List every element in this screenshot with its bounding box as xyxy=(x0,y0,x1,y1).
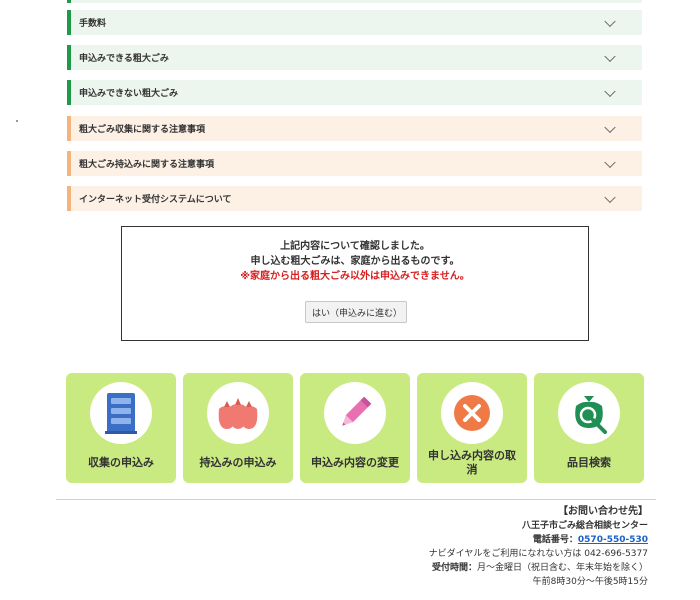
tile-item-search[interactable]: 品目検索 xyxy=(534,373,644,483)
tile-label: 持込みの申込み xyxy=(199,456,277,469)
accordion-item-dropoff-notes[interactable]: 粗大ごみ持込みに関する注意事項 xyxy=(67,151,642,176)
decorative-dot xyxy=(16,120,18,122)
footer-divider xyxy=(56,499,656,500)
accordion-label: 粗大ごみ収集に関する注意事項 xyxy=(79,125,206,135)
search-bag-icon xyxy=(558,382,620,444)
tile-label: 申し込み内容の取消 xyxy=(428,449,516,476)
phone-link[interactable]: 0570-550-530 xyxy=(578,535,648,545)
contact-hours-row: 受付時間：月～金曜日（祝日含む、年末年始を除く） xyxy=(248,562,648,575)
confirm-text: 申し込む粗大ごみは、家庭から出るものです。 xyxy=(250,256,460,267)
accordion-item-internet-system[interactable]: インターネット受付システムについて xyxy=(67,186,642,211)
tile-label: 申込み内容の変更 xyxy=(311,456,399,469)
hours-label: 受付時間： xyxy=(431,563,477,573)
tile-change-application[interactable]: 申込み内容の変更 xyxy=(300,373,410,483)
accordion-label: 手数料 xyxy=(79,19,107,29)
accordion-item-not-acceptable[interactable]: 申込みできない粗大ごみ xyxy=(67,80,642,105)
tile-label: 品目検索 xyxy=(567,456,611,469)
contact-heading: 【お問い合わせ先】 xyxy=(558,506,648,517)
accordion-item-acceptable[interactable]: 申込みできる粗大ごみ xyxy=(67,45,642,70)
cancel-icon xyxy=(441,382,503,444)
contact-hours-time: 午前8時30分～午後5時15分 xyxy=(532,577,648,587)
chevron-down-icon xyxy=(604,121,616,133)
hours-text: 月～金曜日（祝日含む、年末年始を除く） xyxy=(476,563,648,573)
chevron-down-icon xyxy=(604,156,616,168)
chevron-down-icon xyxy=(604,50,616,62)
accordion-item-partial xyxy=(67,0,642,3)
accordion-item-collection-notes[interactable]: 粗大ごみ収集に関する注意事項 xyxy=(67,116,642,141)
tile-dropoff-application[interactable]: 持込みの申込み xyxy=(183,373,293,483)
phone-label: 電話番号： xyxy=(532,535,578,545)
confirm-text: 上記内容について確認しました。 xyxy=(280,241,430,252)
building-icon xyxy=(90,382,152,444)
contact-org: 八王子市ごみ総合相談センター xyxy=(521,521,648,531)
accordion-item-fees[interactable]: 手数料 xyxy=(67,10,642,35)
tile-collection-application[interactable]: 収集の申込み xyxy=(66,373,176,483)
pencil-icon xyxy=(324,382,386,444)
accordion-label: 粗大ごみ持込みに関する注意事項 xyxy=(79,160,215,170)
proceed-button[interactable]: はい（申込みに進む） xyxy=(305,301,407,323)
tile-cancel-application[interactable]: 申し込み内容の取消 xyxy=(417,373,527,483)
confirmation-box: 上記内容について確認しました。 申し込む粗大ごみは、家庭から出るものです。 ※家… xyxy=(121,226,589,341)
chevron-down-icon xyxy=(604,15,616,27)
warning-text: ※家庭から出る粗大ごみ以外は申込みできません。 xyxy=(240,271,470,282)
garbage-bags-icon xyxy=(207,382,269,444)
chevron-down-icon xyxy=(604,191,616,203)
contact-phone-row: 電話番号：0570-550-530 xyxy=(248,534,648,547)
accordion-label: 申込みできる粗大ごみ xyxy=(79,54,169,64)
accordion-label: 申込みできない粗大ごみ xyxy=(79,89,179,99)
chevron-down-icon xyxy=(604,85,616,97)
tile-label: 収集の申込み xyxy=(88,456,154,469)
contact-navi: ナビダイヤルをご利用になれない方は 042-696-5377 xyxy=(428,549,648,559)
accordion-label: インターネット受付システムについて xyxy=(79,195,232,205)
